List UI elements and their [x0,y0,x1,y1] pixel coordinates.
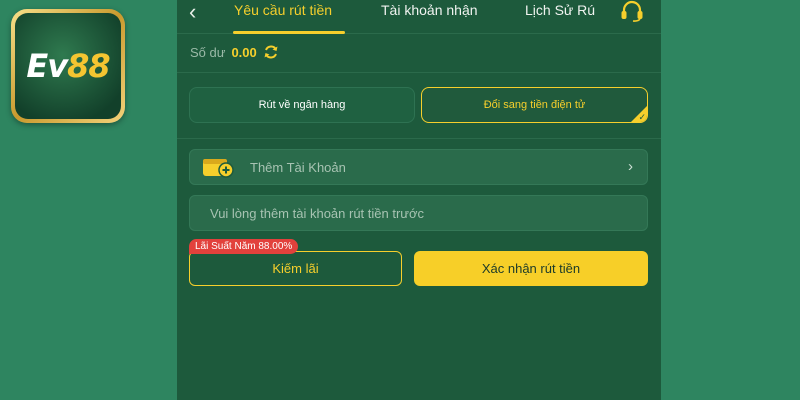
add-account-label: Thêm Tài Khoản [250,159,346,175]
logo-text: Ev88 [26,47,111,85]
interest-rate-badge: Lãi Suất Năm 88.00% [189,239,299,254]
refresh-icon[interactable] [263,44,279,60]
option-bank-withdraw-label: Rút về ngân hàng [258,99,346,111]
logo-text-accent: 88 [67,47,111,85]
logo-text-main: Ev [26,47,68,85]
confirm-withdraw-button[interactable]: Xác nhận rút tiền [414,251,648,286]
back-button[interactable]: ‹ [189,1,196,23]
wallet-add-icon [203,159,234,178]
ev88-logo: Ev88 [11,9,125,123]
add-account-row[interactable]: Thêm Tài Khoản › [189,149,648,185]
chevron-right-icon: › [628,158,633,175]
account-notice-text: Vui lòng thêm tài khoản rút tiền trước [210,205,425,221]
top-nav: ‹ Yêu cầu rút tiền Tài khoản nhận Lịch S… [177,0,661,34]
account-notice-field: Vui lòng thêm tài khoản rút tiền trước [189,195,648,231]
option-crypto-withdraw-label: Đổi sang tiền điện tử [483,99,586,111]
withdraw-panel: ‹ Yêu cầu rút tiền Tài khoản nhận Lịch S… [177,0,661,400]
tab-withdraw-request[interactable]: Yêu cầu rút tiền [234,2,332,18]
balance-row: Số dư 0.00 [190,44,279,60]
divider [177,138,661,139]
earn-interest-button[interactable]: Kiếm lãi [189,251,402,286]
option-crypto-withdraw[interactable]: Đổi sang tiền điện tử ✓ [421,87,648,123]
check-icon: ✓ [638,112,646,122]
headset-icon[interactable] [618,0,646,22]
option-bank-withdraw[interactable]: Rút về ngân hàng [189,87,415,123]
tab-history[interactable]: Lịch Sử Rú [525,2,595,18]
active-tab-indicator [233,31,345,34]
balance-value: 0.00 [231,44,257,60]
tab-receiving-account[interactable]: Tài khoản nhận [381,2,478,18]
balance-label: Số dư [190,44,226,60]
logo-badge: Ev88 [15,13,121,119]
divider [177,72,661,73]
